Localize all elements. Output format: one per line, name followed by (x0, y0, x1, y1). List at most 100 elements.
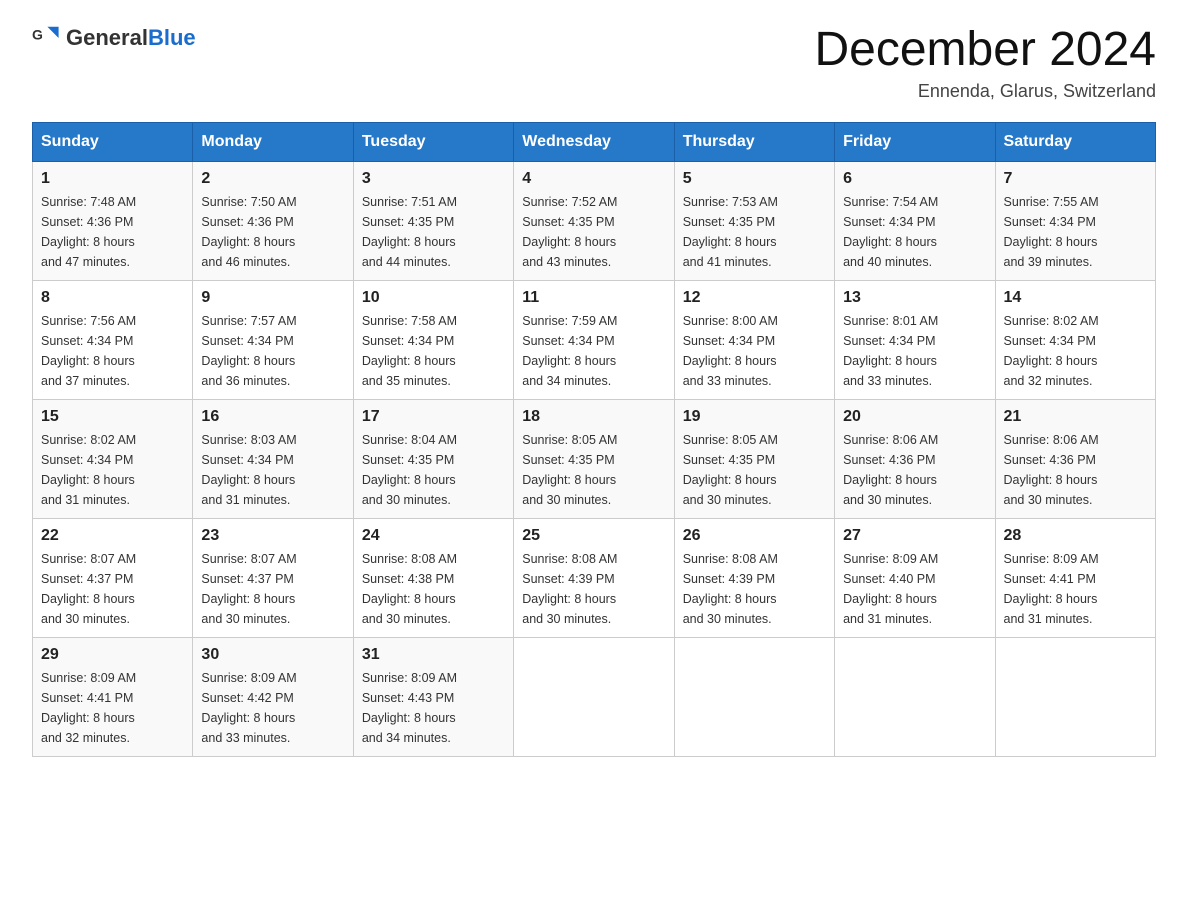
logo: G GeneralBlue (32, 24, 196, 52)
day-number: 31 (362, 646, 505, 664)
col-sunday: Sunday (33, 122, 193, 161)
day-number: 30 (201, 646, 344, 664)
location-subtitle: Ennenda, Glarus, Switzerland (814, 81, 1156, 102)
calendar-cell: 26 Sunrise: 8:08 AM Sunset: 4:39 PM Dayl… (674, 518, 834, 637)
day-info: Sunrise: 8:01 AM Sunset: 4:34 PM Dayligh… (843, 311, 986, 391)
day-info: Sunrise: 8:05 AM Sunset: 4:35 PM Dayligh… (683, 430, 826, 510)
calendar-cell: 11 Sunrise: 7:59 AM Sunset: 4:34 PM Dayl… (514, 280, 674, 399)
calendar-cell: 18 Sunrise: 8:05 AM Sunset: 4:35 PM Dayl… (514, 399, 674, 518)
day-number: 22 (41, 527, 184, 545)
day-number: 7 (1004, 170, 1147, 188)
calendar-cell: 17 Sunrise: 8:04 AM Sunset: 4:35 PM Dayl… (353, 399, 513, 518)
month-title: December 2024 (814, 24, 1156, 77)
calendar-cell: 14 Sunrise: 8:02 AM Sunset: 4:34 PM Dayl… (995, 280, 1155, 399)
day-number: 18 (522, 408, 665, 426)
day-info: Sunrise: 8:08 AM Sunset: 4:39 PM Dayligh… (683, 549, 826, 629)
day-number: 26 (683, 527, 826, 545)
day-number: 23 (201, 527, 344, 545)
calendar-table: Sunday Monday Tuesday Wednesday Thursday… (32, 122, 1156, 757)
day-info: Sunrise: 8:02 AM Sunset: 4:34 PM Dayligh… (1004, 311, 1147, 391)
day-number: 5 (683, 170, 826, 188)
day-info: Sunrise: 8:02 AM Sunset: 4:34 PM Dayligh… (41, 430, 184, 510)
day-info: Sunrise: 8:09 AM Sunset: 4:42 PM Dayligh… (201, 668, 344, 748)
day-number: 9 (201, 289, 344, 307)
day-number: 14 (1004, 289, 1147, 307)
day-number: 25 (522, 527, 665, 545)
calendar-week-row: 22 Sunrise: 8:07 AM Sunset: 4:37 PM Dayl… (33, 518, 1156, 637)
day-info: Sunrise: 8:09 AM Sunset: 4:41 PM Dayligh… (1004, 549, 1147, 629)
day-info: Sunrise: 8:09 AM Sunset: 4:40 PM Dayligh… (843, 549, 986, 629)
calendar-cell: 19 Sunrise: 8:05 AM Sunset: 4:35 PM Dayl… (674, 399, 834, 518)
calendar-cell: 22 Sunrise: 8:07 AM Sunset: 4:37 PM Dayl… (33, 518, 193, 637)
calendar-week-row: 1 Sunrise: 7:48 AM Sunset: 4:36 PM Dayli… (33, 161, 1156, 280)
calendar-cell: 2 Sunrise: 7:50 AM Sunset: 4:36 PM Dayli… (193, 161, 353, 280)
day-info: Sunrise: 8:04 AM Sunset: 4:35 PM Dayligh… (362, 430, 505, 510)
calendar-cell: 10 Sunrise: 7:58 AM Sunset: 4:34 PM Dayl… (353, 280, 513, 399)
title-area: December 2024 Ennenda, Glarus, Switzerla… (814, 24, 1156, 102)
calendar-header: Sunday Monday Tuesday Wednesday Thursday… (33, 122, 1156, 161)
day-info: Sunrise: 8:07 AM Sunset: 4:37 PM Dayligh… (201, 549, 344, 629)
day-number: 15 (41, 408, 184, 426)
day-info: Sunrise: 7:52 AM Sunset: 4:35 PM Dayligh… (522, 192, 665, 272)
calendar-cell: 16 Sunrise: 8:03 AM Sunset: 4:34 PM Dayl… (193, 399, 353, 518)
day-info: Sunrise: 7:59 AM Sunset: 4:34 PM Dayligh… (522, 311, 665, 391)
calendar-cell: 6 Sunrise: 7:54 AM Sunset: 4:34 PM Dayli… (835, 161, 995, 280)
calendar-cell: 21 Sunrise: 8:06 AM Sunset: 4:36 PM Dayl… (995, 399, 1155, 518)
col-thursday: Thursday (674, 122, 834, 161)
day-info: Sunrise: 7:50 AM Sunset: 4:36 PM Dayligh… (201, 192, 344, 272)
day-number: 8 (41, 289, 184, 307)
col-saturday: Saturday (995, 122, 1155, 161)
calendar-cell: 24 Sunrise: 8:08 AM Sunset: 4:38 PM Dayl… (353, 518, 513, 637)
day-info: Sunrise: 7:56 AM Sunset: 4:34 PM Dayligh… (41, 311, 184, 391)
calendar-cell: 8 Sunrise: 7:56 AM Sunset: 4:34 PM Dayli… (33, 280, 193, 399)
calendar-week-row: 29 Sunrise: 8:09 AM Sunset: 4:41 PM Dayl… (33, 637, 1156, 756)
calendar-cell (514, 637, 674, 756)
day-number: 20 (843, 408, 986, 426)
calendar-cell: 12 Sunrise: 8:00 AM Sunset: 4:34 PM Dayl… (674, 280, 834, 399)
day-info: Sunrise: 7:57 AM Sunset: 4:34 PM Dayligh… (201, 311, 344, 391)
day-info: Sunrise: 8:08 AM Sunset: 4:39 PM Dayligh… (522, 549, 665, 629)
calendar-week-row: 15 Sunrise: 8:02 AM Sunset: 4:34 PM Dayl… (33, 399, 1156, 518)
calendar-cell: 15 Sunrise: 8:02 AM Sunset: 4:34 PM Dayl… (33, 399, 193, 518)
calendar-cell: 25 Sunrise: 8:08 AM Sunset: 4:39 PM Dayl… (514, 518, 674, 637)
svg-text:G: G (32, 26, 43, 42)
day-number: 10 (362, 289, 505, 307)
day-info: Sunrise: 7:58 AM Sunset: 4:34 PM Dayligh… (362, 311, 505, 391)
day-number: 17 (362, 408, 505, 426)
day-number: 3 (362, 170, 505, 188)
day-info: Sunrise: 8:06 AM Sunset: 4:36 PM Dayligh… (843, 430, 986, 510)
day-number: 16 (201, 408, 344, 426)
calendar-cell: 4 Sunrise: 7:52 AM Sunset: 4:35 PM Dayli… (514, 161, 674, 280)
calendar-cell: 3 Sunrise: 7:51 AM Sunset: 4:35 PM Dayli… (353, 161, 513, 280)
calendar-cell: 31 Sunrise: 8:09 AM Sunset: 4:43 PM Dayl… (353, 637, 513, 756)
day-number: 6 (843, 170, 986, 188)
day-info: Sunrise: 8:06 AM Sunset: 4:36 PM Dayligh… (1004, 430, 1147, 510)
calendar-cell: 20 Sunrise: 8:06 AM Sunset: 4:36 PM Dayl… (835, 399, 995, 518)
col-monday: Monday (193, 122, 353, 161)
day-number: 27 (843, 527, 986, 545)
day-number: 28 (1004, 527, 1147, 545)
calendar-cell: 29 Sunrise: 8:09 AM Sunset: 4:41 PM Dayl… (33, 637, 193, 756)
calendar-cell: 7 Sunrise: 7:55 AM Sunset: 4:34 PM Dayli… (995, 161, 1155, 280)
col-friday: Friday (835, 122, 995, 161)
calendar-cell: 9 Sunrise: 7:57 AM Sunset: 4:34 PM Dayli… (193, 280, 353, 399)
calendar-cell (835, 637, 995, 756)
page-header: G GeneralBlue December 2024 Ennenda, Gla… (32, 24, 1156, 102)
day-info: Sunrise: 8:09 AM Sunset: 4:43 PM Dayligh… (362, 668, 505, 748)
calendar-cell: 30 Sunrise: 8:09 AM Sunset: 4:42 PM Dayl… (193, 637, 353, 756)
col-tuesday: Tuesday (353, 122, 513, 161)
col-wednesday: Wednesday (514, 122, 674, 161)
calendar-cell (995, 637, 1155, 756)
day-info: Sunrise: 7:48 AM Sunset: 4:36 PM Dayligh… (41, 192, 184, 272)
day-info: Sunrise: 8:03 AM Sunset: 4:34 PM Dayligh… (201, 430, 344, 510)
day-number: 11 (522, 289, 665, 307)
logo-blue-text: Blue (148, 25, 196, 50)
day-info: Sunrise: 8:09 AM Sunset: 4:41 PM Dayligh… (41, 668, 184, 748)
day-info: Sunrise: 8:00 AM Sunset: 4:34 PM Dayligh… (683, 311, 826, 391)
calendar-cell: 13 Sunrise: 8:01 AM Sunset: 4:34 PM Dayl… (835, 280, 995, 399)
day-info: Sunrise: 8:08 AM Sunset: 4:38 PM Dayligh… (362, 549, 505, 629)
day-number: 21 (1004, 408, 1147, 426)
calendar-cell: 27 Sunrise: 8:09 AM Sunset: 4:40 PM Dayl… (835, 518, 995, 637)
day-info: Sunrise: 7:55 AM Sunset: 4:34 PM Dayligh… (1004, 192, 1147, 272)
day-number: 29 (41, 646, 184, 664)
